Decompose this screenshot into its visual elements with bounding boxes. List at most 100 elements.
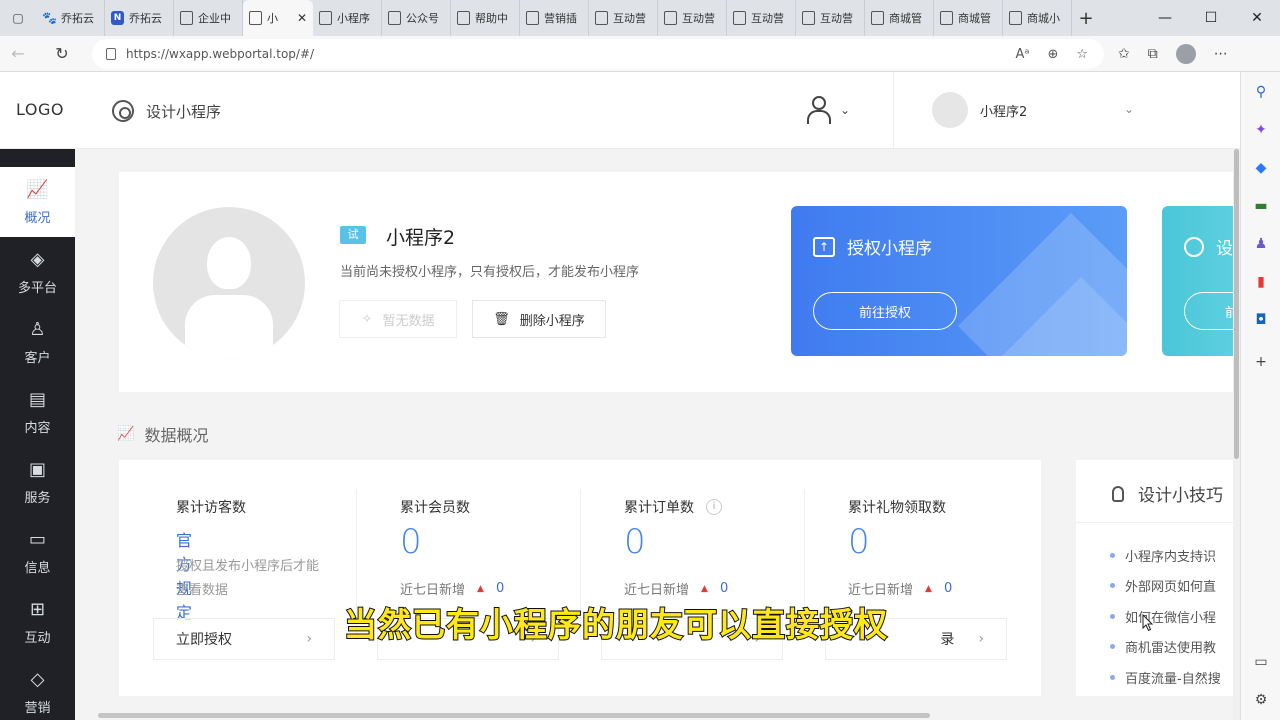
workspaces-icon[interactable]: ▢: [0, 0, 36, 36]
browser-tab[interactable]: 企业中: [174, 0, 243, 36]
sidebar-item-multiplatform[interactable]: ◈ 多平台: [0, 237, 75, 307]
toolbox-icon[interactable]: ▬: [1251, 196, 1271, 216]
maximize-icon[interactable]: ☐: [1188, 0, 1234, 36]
no-data-button[interactable]: ✧ 暂无数据: [339, 300, 457, 338]
refresh-icon[interactable]: ↻: [44, 36, 80, 72]
sidebar: 📈 概况 ◈ 多平台 ♙ 客户 ▤ 内容 ▣ 服务 ▭ 信息 ⊞ 互动 ◇ 营销: [0, 149, 75, 720]
chart-icon: 📈: [117, 426, 135, 442]
authorize-now-button[interactable]: 立即授权 ›: [153, 618, 335, 660]
browser-tab[interactable]: 互动营: [796, 0, 865, 36]
url-text: https://wxapp.webportal.top/#/: [126, 47, 315, 61]
chevron-right-icon: ›: [978, 631, 984, 647]
office-icon[interactable]: ▮: [1251, 272, 1271, 292]
sidebar-item-services[interactable]: ▣ 服务: [0, 447, 75, 517]
miniprogram-avatar: [153, 207, 305, 359]
account-switcher[interactable]: 小程序2: [932, 92, 1027, 128]
chevron-down-icon: ⌄: [840, 103, 851, 117]
search-icon[interactable]: ⚲: [1251, 82, 1271, 102]
browser-tab[interactable]: 互动营: [658, 0, 727, 36]
go-authorize-button[interactable]: 前往授权: [813, 292, 957, 330]
page-icon: [319, 11, 332, 25]
gear-icon: [112, 100, 134, 122]
read-aloud-icon[interactable]: Aᵃ: [1015, 47, 1029, 62]
authorize-card: ↑ 授权小程序 前往授权: [791, 206, 1127, 356]
gear-icon: [1184, 236, 1204, 257]
page-icon: [664, 11, 677, 25]
user-menu[interactable]: ⌄: [806, 96, 850, 124]
trial-badge: 试: [340, 226, 366, 244]
tip-item[interactable]: 外部网页如何直: [1110, 571, 1221, 602]
browser-tab[interactable]: 互动营: [727, 0, 796, 36]
page-icon: [526, 11, 539, 25]
up-triangle-icon: ▲: [477, 583, 484, 594]
lock-icon: [106, 48, 116, 60]
page-icon: [249, 11, 262, 25]
browser-tab[interactable]: 商城管: [934, 0, 1003, 36]
browser-tab[interactable]: 小程序: [313, 0, 382, 36]
browser-tab[interactable]: 🐾 乔拓云: [36, 0, 105, 36]
browser-tab-active[interactable]: 小 ✕: [243, 0, 313, 36]
delete-miniprogram-button[interactable]: 🗑 删除小程序: [472, 300, 606, 338]
close-icon[interactable]: ✕: [297, 11, 307, 25]
sidebar-item-messages[interactable]: ▭ 信息: [0, 517, 75, 587]
chevron-right-icon: ›: [306, 631, 312, 647]
more-icon[interactable]: ⋯: [1214, 46, 1228, 62]
service-icon: ▣: [28, 459, 46, 480]
tip-item[interactable]: 百度流量-自然搜: [1110, 662, 1221, 693]
url-field[interactable]: https://wxapp.webportal.top/#/ Aᵃ ⊕ ☆: [92, 39, 1104, 69]
page-icon: [1009, 11, 1022, 25]
back-icon[interactable]: ←: [0, 36, 36, 72]
minimize-icon[interactable]: —: [1142, 0, 1188, 36]
tag-icon[interactable]: ◆: [1251, 158, 1271, 178]
browser-tab[interactable]: 营销插: [520, 0, 589, 36]
up-triangle-icon: ▲: [701, 583, 708, 594]
tips-card: 设计小技巧 小程序内支持识 外部网页如何直 如何在微信小程 商机雷达使用教 百度…: [1076, 460, 1233, 696]
tip-item[interactable]: 如何在微信小程: [1110, 601, 1221, 632]
page-icon: [595, 11, 608, 25]
sidebar-item-interaction[interactable]: ⊞ 互动: [0, 587, 75, 657]
info-icon[interactable]: i: [706, 499, 722, 515]
vertical-scrollbar[interactable]: [1233, 149, 1240, 720]
horizontal-scrollbar[interactable]: [98, 713, 930, 718]
layers-icon: ◈: [30, 249, 45, 270]
trash-icon: 🗑: [493, 311, 510, 327]
miniprogram-card: 试 小程序2 当前尚未授权小程序，只有授权后，才能发布小程序 ✧ 暂无数据 🗑 删除…: [119, 172, 1233, 392]
design-card: 设 前: [1162, 206, 1233, 356]
n-logo-icon: N: [111, 11, 124, 25]
browser-tab[interactable]: 公众号: [382, 0, 451, 36]
add-icon[interactable]: +: [1251, 352, 1271, 372]
favorites-icon[interactable]: ✩: [1118, 46, 1130, 62]
chevron-down-icon[interactable]: ⌄: [1124, 102, 1134, 116]
games-icon[interactable]: ♟: [1251, 234, 1271, 254]
tip-item[interactable]: 商机雷达使用教: [1110, 632, 1221, 663]
mouse-cursor-icon: [1142, 614, 1154, 632]
browser-tab[interactable]: N 乔拓云: [105, 0, 174, 36]
sidebar-item-customers[interactable]: ♙ 客户: [0, 307, 75, 377]
favorite-icon[interactable]: ☆: [1076, 47, 1088, 62]
panel-icon[interactable]: ▭: [1251, 652, 1271, 672]
browser-tab[interactable]: 互动营: [589, 0, 658, 36]
tip-item[interactable]: 小程序内支持识: [1110, 540, 1221, 571]
profile-icon[interactable]: [1175, 44, 1196, 64]
edge-sidebar: ⚲ ✦ ◆ ▬ ♟ ▮ ◘ + ▭ ⚙: [1240, 72, 1280, 720]
tag-icon: ◇: [30, 669, 45, 690]
new-tab-button[interactable]: +: [1072, 8, 1100, 29]
settings-icon[interactable]: ⚙: [1251, 690, 1271, 710]
sidebar-item-content[interactable]: ▤ 内容: [0, 377, 75, 447]
close-window-icon[interactable]: ✕: [1234, 0, 1280, 36]
sidebar-item-marketing[interactable]: ◇ 营销: [0, 657, 75, 720]
document-icon: ▤: [28, 389, 46, 410]
sparkle-icon[interactable]: ✦: [1251, 120, 1271, 140]
window-controls: — ☐ ✕: [1142, 0, 1280, 36]
browser-tab[interactable]: 帮助中: [451, 0, 520, 36]
outlook-icon[interactable]: ◘: [1251, 310, 1271, 330]
browser-tab[interactable]: 商城小: [1003, 0, 1072, 36]
design-miniprogram-link[interactable]: 设计小程序: [112, 100, 221, 122]
url-actions: Aᵃ ⊕ ☆: [1015, 47, 1088, 62]
stats-card: 累计访客数 官方规定 授权且发布小程序后才能查看数据 立即授权 › 累计会员数 0…: [119, 460, 1041, 696]
go-design-button[interactable]: 前: [1184, 292, 1233, 330]
collections-icon[interactable]: ⧉: [1148, 46, 1158, 62]
browser-tab[interactable]: 商城管: [865, 0, 934, 36]
zoom-icon[interactable]: ⊕: [1047, 47, 1058, 62]
sidebar-item-overview[interactable]: 📈 概况: [0, 167, 75, 237]
